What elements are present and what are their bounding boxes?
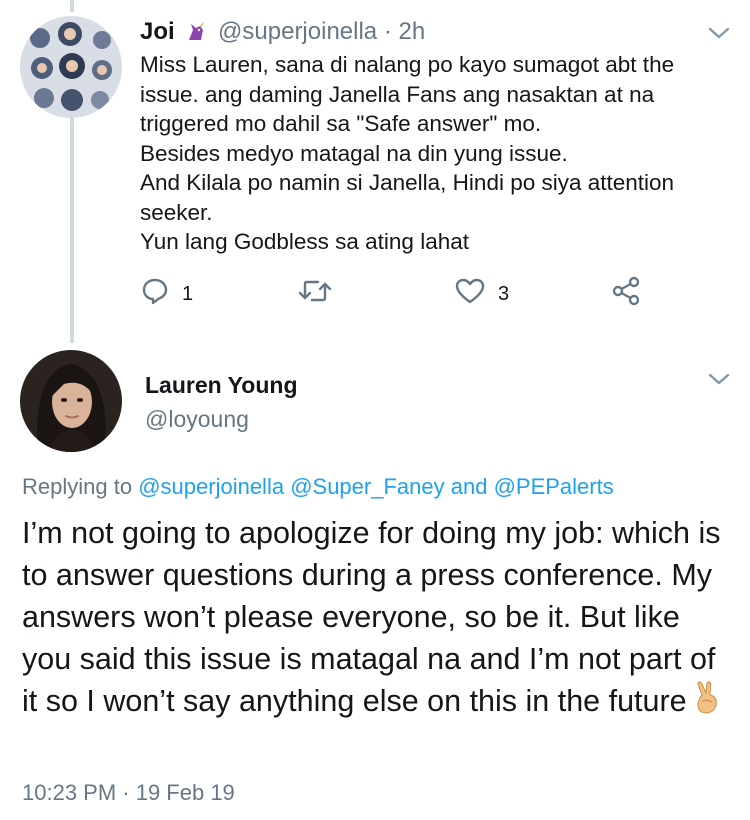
chevron-down-icon[interactable] bbox=[708, 26, 730, 40]
share-action[interactable] bbox=[610, 276, 642, 312]
replying-and: and bbox=[450, 474, 488, 499]
thread-line bbox=[70, 118, 74, 343]
like-count: 3 bbox=[498, 282, 510, 305]
separator: · bbox=[383, 18, 392, 45]
replying-prefix: Replying to bbox=[22, 474, 133, 499]
reply-count: 1 bbox=[182, 282, 194, 305]
comment-icon bbox=[140, 276, 170, 312]
retweet-icon bbox=[298, 276, 332, 312]
tweet-timestamp[interactable]: 10:23 PM · 19 Feb 19 bbox=[22, 780, 235, 806]
avatar[interactable] bbox=[20, 350, 122, 452]
unicorn-emoji-icon bbox=[185, 18, 214, 45]
like-action[interactable]: 3 bbox=[454, 276, 509, 312]
reply-header: Joi @superjoinella · 2h bbox=[140, 18, 425, 46]
victory-hand-emoji-icon bbox=[693, 681, 723, 726]
share-icon bbox=[610, 276, 642, 312]
author-name[interactable]: Joi bbox=[140, 18, 175, 45]
author-handle[interactable]: @loyoung bbox=[145, 406, 249, 433]
tweet-actions: 1 3 bbox=[140, 276, 660, 312]
retweet-action[interactable] bbox=[298, 276, 344, 312]
heart-icon bbox=[454, 276, 486, 312]
reply-text: Miss Lauren, sana di nalang po kayo suma… bbox=[140, 52, 675, 254]
replying-to: Replying to @superjoinella @Super_Faney … bbox=[22, 474, 614, 500]
chevron-down-icon[interactable] bbox=[708, 372, 730, 386]
tweet-body: I’m not going to apologize for doing my … bbox=[22, 516, 721, 718]
timestamp[interactable]: 2h bbox=[399, 18, 426, 45]
mention-link[interactable]: @PEPalerts bbox=[494, 474, 614, 499]
mention-link[interactable]: @superjoinella bbox=[138, 474, 284, 499]
author-name[interactable]: Lauren Young bbox=[145, 372, 298, 399]
author-handle[interactable]: @superjoinella bbox=[218, 18, 377, 45]
avatar[interactable] bbox=[20, 16, 122, 118]
tweet-text: I’m not going to apologize for doing my … bbox=[22, 512, 734, 726]
mention-link[interactable]: @Super_Faney bbox=[290, 474, 444, 499]
thread-line-top bbox=[70, 0, 74, 12]
reply-action[interactable]: 1 bbox=[140, 276, 193, 312]
